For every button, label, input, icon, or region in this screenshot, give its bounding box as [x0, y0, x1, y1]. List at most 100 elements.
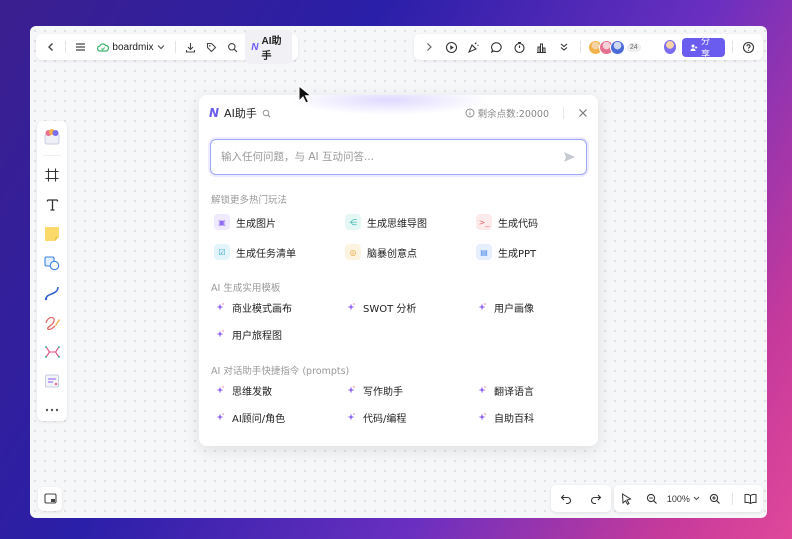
board-name: boardmix	[112, 41, 154, 53]
zoom-level-dropdown[interactable]: 100%	[667, 494, 700, 504]
sparkle-icon	[347, 412, 355, 423]
menu-icon[interactable]	[72, 37, 89, 57]
ai-logo-icon: N	[209, 106, 220, 120]
template-item[interactable]: 用户旅程图	[214, 321, 345, 348]
tag-icon[interactable]	[203, 37, 220, 57]
prompt-label: 翻译语言	[494, 387, 534, 398]
ai-prompt-input[interactable]	[221, 151, 563, 163]
download-icon[interactable]	[181, 37, 198, 57]
prompt-label: 思维发散	[232, 387, 272, 398]
hot-feature-label: 生成思维导图	[367, 218, 427, 230]
chevron-right-icon[interactable]	[420, 37, 438, 57]
divider	[732, 492, 734, 505]
templates-grid: 商业模式画布 SWOT 分析 用户画像用户旅程图	[214, 294, 594, 348]
search-icon[interactable]	[224, 37, 241, 57]
app-window: boardmix N AI助手 24 分享 100% N AI助手 剩余点数:2…	[30, 26, 767, 518]
prompt-item[interactable]: 自助百科	[476, 404, 594, 431]
ai-assistant-label: AI助手	[261, 36, 282, 62]
sparkle-icon	[216, 412, 224, 423]
current-user-avatar[interactable]	[662, 39, 678, 55]
divider	[65, 41, 67, 53]
collaborator-count-badge: 24	[626, 42, 641, 52]
panel-title: AI助手	[224, 107, 257, 120]
send-icon[interactable]	[563, 151, 576, 163]
sparkle-icon	[347, 385, 355, 396]
panel-header-right: 剩余点数:20000	[465, 106, 588, 120]
template-label: 商业模式画布	[232, 304, 292, 315]
timer-icon[interactable]	[510, 37, 528, 57]
hot-feature-label: 生成任务清单	[236, 248, 296, 260]
ai-prompt-input-box[interactable]	[210, 139, 587, 175]
remaining-points: 剩余点数:20000	[465, 106, 549, 120]
zoom-in-icon[interactable]	[705, 489, 725, 509]
sparkle-icon	[216, 302, 224, 313]
undo-redo-group	[551, 485, 611, 512]
more-templates-icon[interactable]	[41, 370, 63, 391]
more-icon[interactable]	[41, 400, 63, 421]
minimap-toggle-button[interactable]	[38, 487, 62, 511]
sparkle-icon	[216, 385, 224, 396]
shape-tool-icon[interactable]	[41, 253, 63, 274]
remaining-points-label: 剩余点数:20000	[477, 109, 549, 120]
prompts-grid: 思维发散 写作助手 翻译语言 AI顾问/角色 代码/编程 自助百科	[214, 377, 594, 431]
hot-feature-item[interactable]: ☑ 生成任务清单	[214, 237, 345, 267]
pen-tool-icon[interactable]	[41, 311, 63, 332]
sparkle-icon	[478, 302, 486, 313]
template-item[interactable]: 商业模式画布	[214, 294, 345, 321]
info-icon	[465, 108, 475, 118]
connector-tool-icon[interactable]	[41, 282, 63, 303]
hot-feature-item[interactable]: ▤ 生成PPT	[476, 237, 594, 267]
checklist-icon: ☑	[214, 244, 230, 260]
comment-icon[interactable]	[488, 37, 506, 57]
double-chevron-down-icon[interactable]	[555, 37, 573, 57]
sparkle-icon	[216, 329, 224, 340]
template-item[interactable]: SWOT 分析	[345, 294, 476, 321]
chevron-down-icon	[693, 496, 700, 501]
template-label: SWOT 分析	[363, 304, 417, 315]
mindmap-icon: ⋲	[345, 214, 361, 230]
prompt-label: 代码/编程	[363, 414, 407, 425]
frame-tool-icon[interactable]	[41, 164, 63, 185]
prompt-item[interactable]: 写作助手	[345, 377, 476, 404]
prompt-item[interactable]: 翻译语言	[476, 377, 594, 404]
celebrate-icon[interactable]	[465, 37, 483, 57]
top-toolbar-left: boardmix N AI助手	[36, 30, 298, 64]
board-title-dropdown[interactable]: boardmix	[93, 42, 168, 53]
zoom-controls: 100%	[614, 485, 763, 512]
ai-assistant-button[interactable]: N AI助手	[245, 30, 293, 64]
search-icon[interactable]	[262, 109, 271, 118]
template-library-icon[interactable]	[41, 126, 63, 147]
template-label: 用户画像	[494, 304, 534, 315]
sticky-note-icon[interactable]	[41, 223, 63, 244]
close-icon[interactable]	[578, 108, 588, 118]
help-icon[interactable]	[739, 37, 757, 57]
select-pointer-icon[interactable]	[617, 489, 637, 509]
collaborator-avatars[interactable]: 24	[587, 39, 641, 55]
vote-icon[interactable]	[533, 37, 551, 57]
sparkle-icon	[347, 302, 355, 313]
present-play-icon[interactable]	[443, 37, 461, 57]
avatar	[609, 39, 625, 55]
book-icon[interactable]	[740, 489, 760, 509]
panel-title-group: N AI助手	[209, 105, 271, 121]
divider	[563, 107, 564, 119]
undo-icon[interactable]	[556, 489, 576, 509]
hot-feature-label: 生成图片	[236, 218, 276, 230]
minimap-icon	[43, 493, 57, 504]
prompt-item[interactable]: 代码/编程	[345, 404, 476, 431]
redo-icon[interactable]	[586, 489, 606, 509]
mindmap-tool-icon[interactable]	[41, 341, 63, 362]
share-button[interactable]: 分享	[682, 37, 725, 60]
hot-feature-label: 生成代码	[498, 218, 538, 230]
text-tool-icon[interactable]	[41, 194, 63, 215]
hot-feature-item[interactable]: ◎ 脑暴创意点	[345, 237, 476, 267]
hot-feature-item[interactable]: ▣ 生成图片	[214, 207, 345, 237]
template-item[interactable]: 用户画像	[476, 294, 594, 321]
zoom-out-icon[interactable]	[642, 489, 662, 509]
ppt-icon: ▤	[476, 244, 492, 260]
hot-feature-item[interactable]: ⋲ 生成思维导图	[345, 207, 476, 237]
prompt-item[interactable]: 思维发散	[214, 377, 345, 404]
prompt-item[interactable]: AI顾问/角色	[214, 404, 345, 431]
back-icon[interactable]	[42, 37, 59, 57]
hot-feature-item[interactable]: >_ 生成代码	[476, 207, 594, 237]
